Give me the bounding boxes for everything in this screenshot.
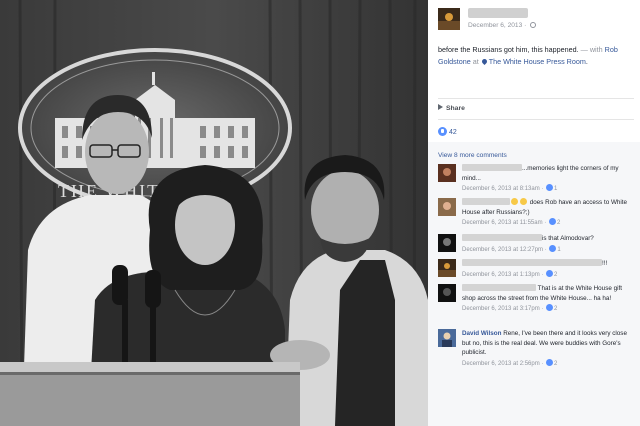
- divider: [438, 119, 634, 120]
- like-icon: [546, 358, 554, 366]
- share-arrow-icon: [438, 104, 443, 110]
- comment-date[interactable]: December 6, 2013 at 1:13pm ·: [462, 272, 545, 278]
- thumbs-up-emoji-icon: [511, 198, 518, 205]
- comment-like-count[interactable]: 2: [554, 306, 557, 312]
- commenter-name-redacted[interactable]: [462, 284, 536, 291]
- podium: [0, 362, 300, 426]
- like-icon: [546, 269, 554, 277]
- comment-like-count[interactable]: 1: [557, 247, 560, 253]
- like-icon: [549, 244, 557, 252]
- author-name-redacted[interactable]: [468, 8, 528, 18]
- commenter-name-redacted[interactable]: [462, 234, 542, 241]
- likes-summary[interactable]: 42: [438, 127, 457, 136]
- likes-count: 42: [449, 129, 457, 136]
- comment-meta: December 6, 2013 at 3:17pm · 2: [462, 304, 632, 315]
- share-label: Share: [446, 105, 465, 112]
- comment-text: is that Almodovar?: [542, 235, 594, 242]
- post-caption: before the Russians got him, this happen…: [438, 44, 634, 68]
- post-timestamp[interactable]: December 6, 2013 ·: [468, 22, 537, 29]
- globe-icon: [530, 22, 537, 28]
- commenter-avatar[interactable]: [438, 259, 456, 277]
- caption-period: .: [585, 57, 588, 66]
- caption-with: — with: [578, 45, 605, 54]
- divider: [438, 98, 634, 99]
- comment-meta: December 6, 2013 at 12:27pm · 1: [462, 244, 632, 256]
- commenter-avatar[interactable]: [438, 284, 456, 302]
- comment-date[interactable]: December 6, 2013 at 3:17pm ·: [462, 306, 545, 312]
- commenter-avatar[interactable]: [438, 164, 456, 182]
- commenter-avatar[interactable]: [438, 234, 456, 252]
- location-pin-icon: [480, 57, 488, 66]
- commenter-avatar[interactable]: [438, 198, 456, 216]
- location-link[interactable]: The White House Press Room: [489, 57, 586, 66]
- like-icon: [546, 184, 554, 191]
- comment-meta: December 6, 2013 at 1:13pm · 2: [462, 269, 632, 281]
- comment-like-count[interactable]: 2: [557, 220, 560, 226]
- comments-section: View 8 more comments ...memories light t…: [428, 142, 640, 426]
- like-icon: [548, 218, 556, 225]
- view-more-comments-link[interactable]: View 8 more comments: [438, 152, 507, 159]
- author-avatar[interactable]: [438, 8, 460, 30]
- comment-like-count[interactable]: 1: [554, 186, 557, 192]
- comment-meta: December 6, 2013 at 11:55am · 2: [462, 218, 632, 229]
- comment-date[interactable]: December 6, 2013 at 2:56pm ·: [462, 361, 545, 367]
- caption-text: before the Russians got him, this happen…: [438, 45, 579, 54]
- comment-date[interactable]: December 6, 2013 at 12:27pm ·: [462, 247, 548, 253]
- post-photo[interactable]: THE WHITE: [0, 0, 428, 426]
- commenter-avatar[interactable]: [438, 329, 456, 347]
- comment-like-count[interactable]: 2: [554, 361, 557, 367]
- commenter-name-redacted[interactable]: [462, 164, 522, 171]
- commenter-name-redacted[interactable]: [462, 198, 510, 205]
- commenter-name-redacted[interactable]: [462, 259, 602, 266]
- comment-meta: December 6, 2013 at 2:56pm · 2: [462, 358, 632, 370]
- comment-date[interactable]: December 6, 2013 at 8:13am ·: [462, 186, 545, 192]
- post-date-text: December 6, 2013 ·: [468, 22, 529, 29]
- post-side-panel: December 6, 2013 · before the Russians g…: [428, 0, 640, 426]
- caption-at: at: [470, 57, 481, 66]
- commenter-name-link[interactable]: David Wilson: [462, 330, 501, 337]
- comment-text: !!!: [602, 260, 608, 267]
- laughing-emoji-icon: [520, 198, 527, 205]
- post-header: December 6, 2013 ·: [438, 8, 634, 34]
- like-icon: [438, 127, 447, 136]
- comment-date[interactable]: December 6, 2013 at 11:55am ·: [462, 220, 548, 226]
- share-button[interactable]: Share: [438, 104, 465, 112]
- like-icon: [546, 304, 554, 311]
- press-room-photo: THE WHITE: [0, 0, 428, 426]
- comment-meta: December 6, 2013 at 8:13am · 1: [462, 184, 632, 195]
- comment-like-count[interactable]: 2: [554, 272, 557, 278]
